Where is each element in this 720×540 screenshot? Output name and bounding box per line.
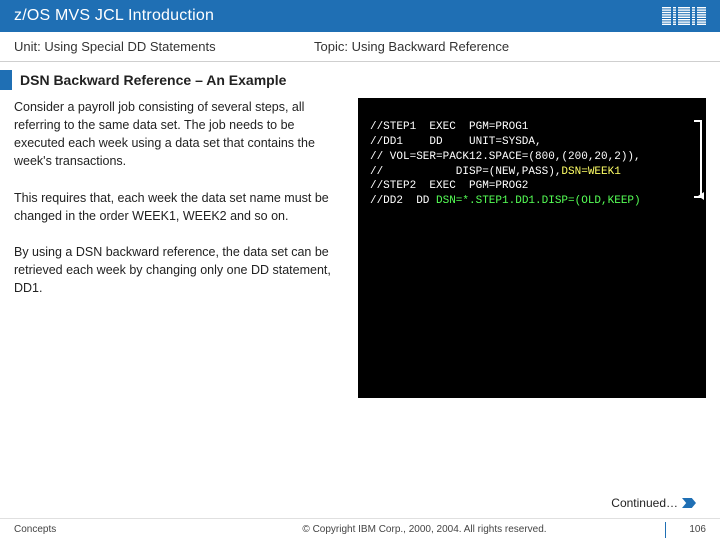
continued-indicator: Continued… [611, 496, 696, 510]
code-line: // DISP=(NEW,PASS),DSN=WEEK1 [370, 165, 694, 180]
body-paragraph: By using a DSN backward reference, the d… [14, 243, 342, 297]
body-text-column: Consider a payroll job consisting of sev… [14, 98, 342, 398]
footer: Concepts © Copyright IBM Corp., 2000, 20… [0, 518, 720, 540]
code-line: //STEP1 EXEC PGM=PROG1 [370, 120, 694, 135]
chevron-right-icon [682, 498, 696, 508]
header-bar: z/OS MVS JCL Introduction [0, 0, 720, 32]
code-line: //STEP2 EXEC PGM=PROG2 [370, 179, 694, 194]
body-paragraph: This requires that, each week the data s… [14, 189, 342, 225]
footer-copyright: © Copyright IBM Corp., 2000, 2004. All r… [194, 524, 655, 535]
code-panel: //STEP1 EXEC PGM=PROG1 //DD1 DD UNIT=SYS… [358, 98, 706, 398]
content-area: Consider a payroll job consisting of sev… [0, 98, 720, 398]
unit-label: Unit: Using Special DD Statements [14, 39, 314, 54]
section-title: DSN Backward Reference – An Example [20, 72, 286, 88]
subheader: Unit: Using Special DD Statements Topic:… [0, 32, 720, 62]
footer-section-label: Concepts [14, 524, 194, 535]
page-number: 106 [676, 524, 706, 535]
code-highlight: DSN=WEEK1 [561, 166, 620, 178]
code-bracket-icon [694, 120, 702, 198]
course-title: z/OS MVS JCL Introduction [14, 7, 214, 25]
code-line: // VOL=SER=PACK12.SPACE=(800,(200,20,2))… [370, 150, 694, 165]
section-marker-icon [0, 70, 12, 90]
code-highlight: DSN=*.STEP1.DD1.DISP=(OLD,KEEP) [436, 195, 641, 207]
continued-label: Continued… [611, 496, 678, 510]
topic-label: Topic: Using Backward Reference [314, 39, 509, 54]
section-heading-row: DSN Backward Reference – An Example [0, 62, 720, 98]
footer-divider-icon [665, 522, 666, 538]
ibm-logo [662, 7, 706, 25]
code-line: //DD1 DD UNIT=SYSDA, [370, 135, 694, 150]
body-paragraph: Consider a payroll job consisting of sev… [14, 98, 342, 171]
code-line: //DD2 DD DSN=*.STEP1.DD1.DISP=(OLD,KEEP) [370, 194, 694, 209]
code-arrow-icon [698, 192, 704, 200]
